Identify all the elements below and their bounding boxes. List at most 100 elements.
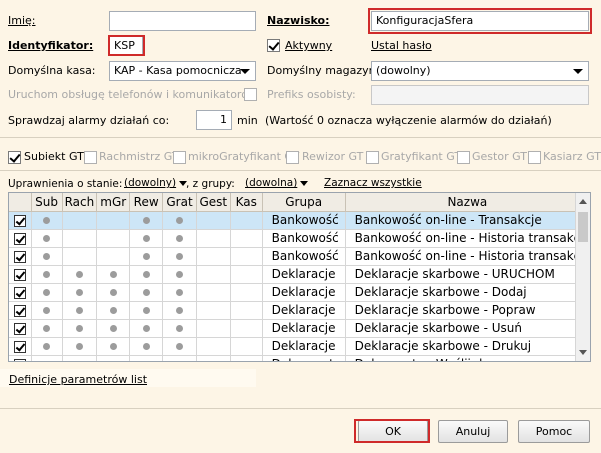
dot-icon [43,325,51,332]
dot-icon [176,343,183,350]
column-header-grat[interactable]: Grat [162,193,197,212]
grid-scrollbar[interactable] [575,193,590,361]
dot-icon [75,307,83,314]
alarmy-note: (Wartość 0 oznacza wyłączenie alarmów do… [265,114,552,127]
telefony-checkbox[interactable] [244,88,257,101]
stan-dropdown[interactable]: (dowolny) [124,176,188,190]
module-rewizor-checkbox[interactable] [286,151,299,164]
column-header-kas[interactable]: Kas [230,193,263,212]
column-header-check[interactable] [9,193,32,212]
aktywny-checkbox[interactable] [267,39,280,52]
grupa-cell: Bankowość [262,211,346,230]
dot-icon [142,253,150,260]
dot-icon [143,361,150,362]
row-checkbox[interactable] [13,322,26,335]
dot-icon [176,235,183,242]
imie-input[interactable] [109,11,256,31]
ok-highlight [354,419,430,443]
module-cell [230,283,263,302]
table-row[interactable]: Deklaracje Deklaracje skarbowe - Usuń [9,319,590,338]
grupa-cell: Deklaracje [262,337,346,356]
identyfikator-highlight [108,35,145,56]
module-cell [230,355,263,361]
nazwa-cell: Deklaracje skarbowe - URUCHOM [345,265,590,284]
scroll-down-icon[interactable] [579,350,587,355]
prefiks-input[interactable] [371,85,589,105]
row-checkbox[interactable] [13,250,26,263]
module-gratyfikant-checkbox[interactable] [366,151,379,164]
module-cell [62,319,98,338]
column-header-rach[interactable]: Rach [62,193,98,212]
column-header-gest[interactable]: Gest [196,193,231,212]
dot-icon [142,343,150,350]
dot-icon [43,289,51,296]
alarmy-input[interactable]: 1 [196,110,232,130]
column-header-nazwa[interactable]: Nazwa [345,193,590,212]
table-row[interactable]: Deklaracje Deklaracje skarbowe - Dodaj [9,283,590,302]
grupa-dropdown[interactable]: (dowolna) [245,176,309,190]
dot-icon [176,217,183,224]
table-row[interactable]: Bankowość Bankowość on-line - Transakcje [9,211,590,230]
module-subiekt-checkbox[interactable] [8,151,21,164]
row-checkbox-cell[interactable] [9,355,32,361]
grid-header: Sub Rach mGr Rew Grat Gest Kas Grupa Naz… [9,193,590,212]
kasa-select[interactable]: KAP - Kasa pomocnicza [109,61,256,81]
permissions-grid[interactable]: Sub Rach mGr Rew Grat Gest Kas Grupa Naz… [8,192,591,362]
module-cell [96,337,131,356]
row-checkbox[interactable] [13,340,26,353]
magazyn-select[interactable]: (dowolny) [371,61,589,81]
module-mikrogratyfikant-checkbox[interactable] [173,151,186,164]
dot-icon [43,307,51,314]
dot-icon [176,307,183,314]
row-checkbox[interactable] [13,358,26,361]
row-checkbox-cell[interactable] [9,247,32,266]
dot-icon [142,271,150,278]
anuluj-button[interactable]: Anuluj [438,420,508,443]
module-gestor-checkbox[interactable] [457,151,470,164]
table-row[interactable]: Bankowość Bankowość on-line - Historia tr… [9,229,590,248]
definicje-link[interactable]: Definicje parametrów list [9,373,147,387]
row-checkbox[interactable] [13,214,26,227]
row-checkbox-cell[interactable] [9,265,32,284]
column-header-rew[interactable]: Rew [129,193,164,212]
module-cell [196,337,231,356]
module-cell [129,355,164,362]
row-checkbox-cell[interactable] [9,283,32,302]
module-cell [196,211,231,230]
row-checkbox[interactable] [13,268,26,281]
row-checkbox-cell[interactable] [9,301,32,320]
scrollbar-thumb[interactable] [578,212,588,242]
module-cell [162,355,197,361]
imie-label: Imię: [8,14,36,27]
row-checkbox-cell[interactable] [9,229,32,248]
row-checkbox-cell[interactable] [9,319,32,338]
module-rachmistrz-checkbox[interactable] [84,151,97,164]
module-cell [230,337,263,356]
row-checkbox[interactable] [13,304,26,317]
module-cell [129,337,164,356]
module-cell [96,211,131,230]
table-row[interactable]: Deklaracje Deklaracje skarbowe - URUCHOM [9,265,590,284]
module-cell [129,211,164,230]
table-row[interactable]: DokumentyDokumenty - Wyślij do [9,355,590,362]
module-cell [162,283,197,302]
column-header-grupa[interactable]: Grupa [262,193,346,212]
pomoc-button[interactable]: Pomoc [518,420,590,443]
table-row[interactable]: Deklaracje Deklaracje skarbowe - Drukuj [9,337,590,356]
table-row[interactable]: Deklaracje Deklaracje skarbowe - Popraw [9,301,590,320]
column-header-mgr[interactable]: mGr [96,193,131,212]
module-cell [96,283,131,302]
kasa-select-value: KAP - Kasa pomocnicza [114,64,242,77]
table-row[interactable]: Bankowość Bankowość on-line - Historia tr… [9,247,590,266]
module-cell [162,301,197,320]
column-header-sub[interactable]: Sub [31,193,63,212]
ustal-haslo-link[interactable]: Ustal hasło [371,39,432,53]
row-checkbox-cell[interactable] [9,337,32,356]
scroll-up-icon[interactable] [579,199,587,204]
row-checkbox-cell[interactable] [9,211,32,230]
dot-icon [43,343,51,350]
row-checkbox[interactable] [13,286,26,299]
module-kasiarz-checkbox[interactable] [528,151,541,164]
zaznacz-wszystkie-link[interactable]: Zaznacz wszystkie [324,176,422,190]
row-checkbox[interactable] [13,232,26,245]
